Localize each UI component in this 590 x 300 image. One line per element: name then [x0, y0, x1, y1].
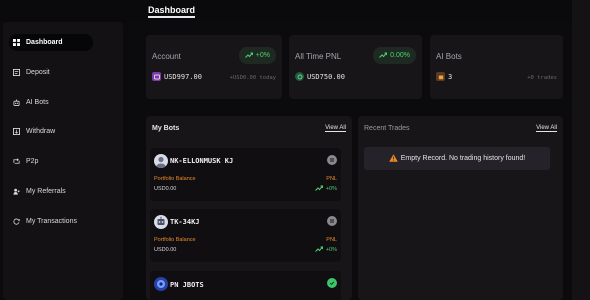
trend-up-icon: [314, 246, 323, 254]
pause-status-icon[interactable]: [327, 216, 337, 226]
my-bots-title: My Bots: [152, 125, 180, 132]
top-bar: Dashboard: [0, 0, 590, 22]
bot-card[interactable]: PN JBOTS: [150, 271, 341, 300]
recent-trades-panel: Recent Trades View All Empty Record. No …: [358, 116, 563, 300]
sidebar: Dashboard Deposit AI Bots Withdraw P2p M…: [3, 22, 123, 300]
pnl-icon: [295, 72, 304, 81]
pnl-change-badge: 0.00%: [373, 47, 416, 64]
sidebar-item-ai-bots[interactable]: AI Bots: [9, 94, 93, 111]
bot-card[interactable]: TK-34KJ Portfolio Balance USD0.00 PNL +0…: [150, 209, 341, 262]
bot-name: TK-34KJ: [170, 218, 200, 226]
pnl-label: PNL: [326, 176, 337, 182]
bot-name: PN JBOTS: [170, 281, 204, 289]
sidebar-item-withdraw[interactable]: Withdraw: [9, 123, 93, 140]
account-change-badge: +0%: [238, 47, 276, 64]
sidebar-item-label: Deposit: [26, 69, 50, 76]
ai-bots-count: 3: [436, 72, 452, 81]
transactions-icon: [13, 218, 20, 225]
deposit-icon: [13, 69, 20, 76]
sidebar-item-label: My Transactions: [26, 218, 77, 225]
my-bots-panel: My Bots View All NK-ELLONMUSK KJ Portfol…: [146, 116, 352, 300]
pnl-value: USD750.00: [295, 72, 345, 81]
robot-icon: [13, 99, 20, 106]
account-title: Account: [152, 52, 181, 61]
portfolio-balance-label: Portfolio Balance: [154, 176, 196, 182]
bot-avatar: [154, 154, 168, 168]
sidebar-item-dashboard[interactable]: Dashboard: [9, 34, 93, 51]
sidebar-item-label: P2p: [26, 158, 39, 165]
account-today-change: +USD0.00 today: [229, 75, 276, 81]
pnl-label: PNL: [326, 237, 337, 243]
bot-avatar: [154, 277, 168, 291]
sidebar-item-p2p[interactable]: P2p: [9, 153, 93, 170]
ai-bots-trades: +0 trades: [527, 75, 557, 81]
pnl-card: All Time PNL 0.00% USD750.00: [289, 35, 422, 99]
trend-up-icon: [314, 185, 323, 193]
sidebar-item-my-referrals[interactable]: My Referrals: [9, 183, 93, 200]
empty-trades-notice: Empty Record. No trading history found!: [364, 147, 550, 170]
pnl-value: +0%: [314, 185, 337, 193]
sidebar-item-label: Dashboard: [26, 39, 63, 46]
ai-bots-card: AI Bots 3 +0 trades: [430, 35, 563, 99]
check-status-icon[interactable]: [327, 278, 337, 288]
ai-bots-title: AI Bots: [436, 52, 462, 61]
recent-trades-view-all-link[interactable]: View All: [536, 125, 557, 132]
bot-card[interactable]: NK-ELLONMUSK KJ Portfolio Balance USD0.0…: [150, 148, 341, 201]
robot-icon: [436, 72, 445, 81]
referrals-icon: [13, 188, 20, 195]
recent-trades-title: Recent Trades: [364, 125, 410, 132]
bot-avatar: [154, 215, 168, 229]
warning-icon: [388, 153, 398, 164]
portfolio-balance-label: Portfolio Balance: [154, 237, 196, 243]
pause-status-icon[interactable]: [327, 155, 337, 165]
page-title: Dashboard: [148, 5, 196, 18]
sidebar-item-deposit[interactable]: Deposit: [9, 64, 93, 81]
bot-name: NK-ELLONMUSK KJ: [170, 157, 234, 165]
trend-up-icon: [379, 52, 388, 60]
account-balance: USD997.00: [152, 72, 202, 81]
account-card: Account +0% USD997.00 +USD0.00 today: [146, 35, 282, 99]
portfolio-balance-value: USD0.00: [154, 186, 177, 192]
pnl-title: All Time PNL: [295, 52, 342, 61]
withdraw-icon: [13, 128, 20, 135]
wallet-icon: [152, 72, 161, 81]
grid-icon: [13, 39, 20, 46]
portfolio-balance-value: USD0.00: [154, 247, 177, 253]
sidebar-item-my-transactions[interactable]: My Transactions: [9, 213, 93, 230]
trend-up-icon: [244, 52, 253, 60]
sidebar-item-label: Withdraw: [26, 128, 56, 135]
pnl-value: +0%: [314, 246, 337, 254]
sidebar-item-label: AI Bots: [26, 99, 49, 106]
p2p-icon: [13, 158, 20, 165]
sidebar-item-label: My Referrals: [26, 188, 66, 195]
right-scroll-area: [572, 0, 590, 300]
my-bots-view-all-link[interactable]: View All: [325, 125, 346, 132]
